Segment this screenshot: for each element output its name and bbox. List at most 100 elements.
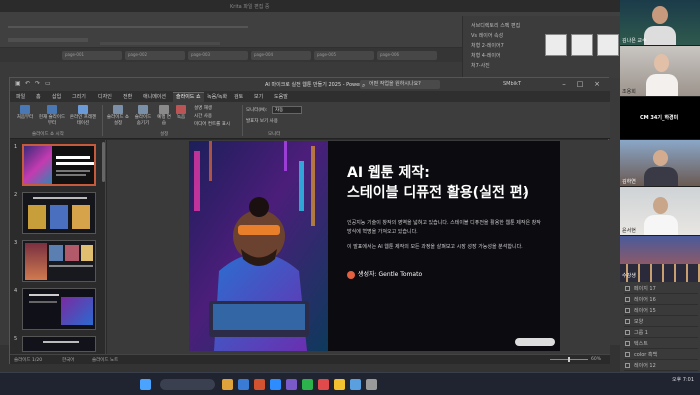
slide-thumbnail[interactable] — [22, 240, 96, 282]
app-icon[interactable] — [366, 379, 377, 390]
play-narrations-checkbox[interactable]: 설명 재생 — [194, 105, 212, 111]
tab-view[interactable]: 보기 — [254, 93, 263, 100]
tab-record[interactable]: 녹음/녹화 — [207, 93, 227, 100]
layer-checkbox[interactable] — [625, 297, 630, 302]
slide-thumbnail[interactable] — [22, 144, 96, 186]
maximize-icon[interactable]: □ — [574, 80, 586, 88]
app-icon[interactable] — [318, 379, 329, 390]
present-icon[interactable]: ▭ — [45, 80, 51, 87]
zoom-slider-knob[interactable] — [568, 357, 570, 362]
show-media-controls-checkbox[interactable]: 미디어 컨트롤 표시 — [194, 121, 230, 127]
file-explorer-icon[interactable] — [222, 379, 233, 390]
close-icon[interactable]: × — [591, 80, 603, 88]
participant-video[interactable]: 윤서현 — [620, 187, 700, 235]
taskbar-clock[interactable]: 오후 7:01 — [672, 377, 694, 384]
docker-row[interactable]: 처7-사진 — [471, 62, 490, 70]
setup-icon — [113, 105, 123, 114]
minimize-icon[interactable]: – — [558, 80, 570, 88]
from-current-button[interactable]: 현재 슬라이드부터 — [38, 105, 66, 127]
tab-slideshow[interactable]: 슬라이드 쇼 — [173, 92, 204, 102]
participant-video[interactable]: 김하연 — [620, 140, 700, 186]
tab-transitions[interactable]: 전환 — [123, 93, 132, 100]
layer-checkbox[interactable] — [625, 286, 630, 291]
layer-row[interactable]: 레이어 12 — [624, 361, 698, 371]
edge-icon[interactable] — [238, 379, 249, 390]
tab-help[interactable]: 도움말 — [274, 93, 288, 100]
background-tab[interactable]: page-006 — [377, 51, 437, 60]
save-icon[interactable]: ▣ — [15, 80, 21, 87]
layer-checkbox[interactable] — [625, 352, 630, 357]
rehearse-timings-button[interactable]: 예행 연습 — [156, 105, 172, 127]
participant-video[interactable]: 김나은 교수 — [620, 0, 700, 45]
participant-video[interactable]: 수강생 — [620, 236, 700, 282]
from-beginning-button[interactable]: 처음부터 — [14, 105, 36, 121]
docker-row[interactable]: 서브디렉토리 스펙 편집 — [471, 22, 520, 30]
tab-draw[interactable]: 그리기 — [72, 93, 86, 100]
background-titlebar: Krita 파일 편집 중 — [0, 0, 620, 12]
zoom-level[interactable]: 60% — [591, 357, 601, 362]
tab-home[interactable]: 홈 — [36, 93, 41, 100]
docker-row[interactable]: Vs 레이어 속성 — [471, 32, 503, 40]
slide-paragraph: 이 발표에서는 AI 웹툰 제작의 모든 과정을 살펴보고 시장 성장 가능성을… — [347, 244, 523, 250]
background-tab[interactable]: page-005 — [314, 51, 374, 60]
layer-row[interactable]: 그룹 1 — [624, 328, 698, 338]
layer-row[interactable]: color 흑백 — [624, 350, 698, 360]
layer-checkbox[interactable] — [625, 363, 630, 368]
layer-row[interactable]: 페이지 17 — [624, 284, 698, 294]
setup-slideshow-button[interactable]: 슬라이드 쇼 설정 — [106, 105, 130, 127]
slide-editor: AI 웹툰 제작: 스테이블 디퓨전 활용(실전 편) 인공지능 기술이 창작의… — [107, 140, 610, 354]
tab-design[interactable]: 디자인 — [98, 93, 112, 100]
participant-name: 조용희 — [622, 89, 636, 95]
windows-start-icon[interactable] — [140, 379, 151, 390]
layer-checkbox[interactable] — [625, 319, 630, 324]
page-thumbnail[interactable] — [597, 34, 619, 56]
tab-insert[interactable]: 삽입 — [52, 93, 61, 100]
page-thumbnail[interactable] — [571, 34, 593, 56]
layer-row[interactable]: 모양 — [624, 317, 698, 327]
app-icon[interactable] — [350, 379, 361, 390]
tab-animations[interactable]: 애니메이션 — [143, 93, 166, 100]
user-name[interactable]: SMbikT — [503, 81, 521, 87]
slide-body: 인공지능 기술이 창작의 영역을 넓혀고 있습니다. 스테이블 디퓨전을 활용한… — [347, 219, 547, 258]
online-present-button[interactable]: 온라인 프레젠테이션 — [68, 105, 98, 127]
layer-row[interactable]: 레이어 16 — [624, 295, 698, 305]
docker-row[interactable]: 처형 4-레이어 — [471, 52, 501, 60]
language-status[interactable]: 한국어 — [62, 357, 74, 363]
layer-row[interactable]: 레이어 15 — [624, 306, 698, 316]
slide-thumbnail[interactable] — [22, 288, 96, 330]
participant-video[interactable]: 조용희 — [620, 46, 700, 96]
search-box[interactable]: ⌕ 어떤 작업을 원하시나요? — [360, 80, 440, 89]
use-timings-checkbox[interactable]: 시간 사용 — [194, 113, 212, 119]
presenter-view-checkbox[interactable]: 발표자 보기 사용 — [246, 118, 278, 124]
powerpoint-icon[interactable] — [254, 379, 265, 390]
current-slide[interactable]: AI 웹툰 제작: 스테이블 디퓨전 활용(실전 편) 인공지능 기술이 창작의… — [189, 141, 560, 351]
background-tab[interactable]: page-003 — [188, 51, 248, 60]
chat-app-icon[interactable] — [302, 379, 313, 390]
layer-checkbox[interactable] — [625, 341, 630, 346]
slide-thumbnail[interactable] — [22, 192, 96, 234]
docker-row[interactable]: 처형 2-레이어7 — [471, 42, 504, 50]
page-thumbnail[interactable] — [545, 34, 567, 56]
participant-video[interactable]: CM 34기_하경미 — [620, 97, 700, 139]
background-tab[interactable]: page-001 — [62, 51, 122, 60]
hide-slide-button[interactable]: 슬라이드 숨기기 — [132, 105, 154, 127]
slide-thumbnail[interactable] — [22, 336, 96, 352]
notes-button[interactable]: 슬라이드 노트 — [92, 357, 118, 363]
background-tab[interactable]: page-002 — [125, 51, 185, 60]
redo-icon[interactable]: ↷ — [35, 80, 40, 87]
krita-icon[interactable] — [286, 379, 297, 390]
undo-icon[interactable]: ↶ — [25, 80, 30, 87]
layer-checkbox[interactable] — [625, 308, 630, 313]
thumbnail-scrollbar[interactable] — [102, 142, 105, 182]
layer-checkbox[interactable] — [625, 330, 630, 335]
zoom-icon[interactable] — [270, 379, 281, 390]
tab-review[interactable]: 검토 — [234, 93, 243, 100]
record-button[interactable]: 녹음 — [173, 105, 189, 121]
layer-row[interactable]: 텍스트 — [624, 339, 698, 349]
monitor-select[interactable]: 자동 — [272, 106, 302, 114]
app-icon[interactable] — [334, 379, 345, 390]
taskbar-search[interactable] — [160, 379, 215, 390]
tab-file[interactable]: 파일 — [16, 93, 25, 100]
slide-number: 1 — [14, 144, 18, 150]
background-tab[interactable]: page-004 — [251, 51, 311, 60]
